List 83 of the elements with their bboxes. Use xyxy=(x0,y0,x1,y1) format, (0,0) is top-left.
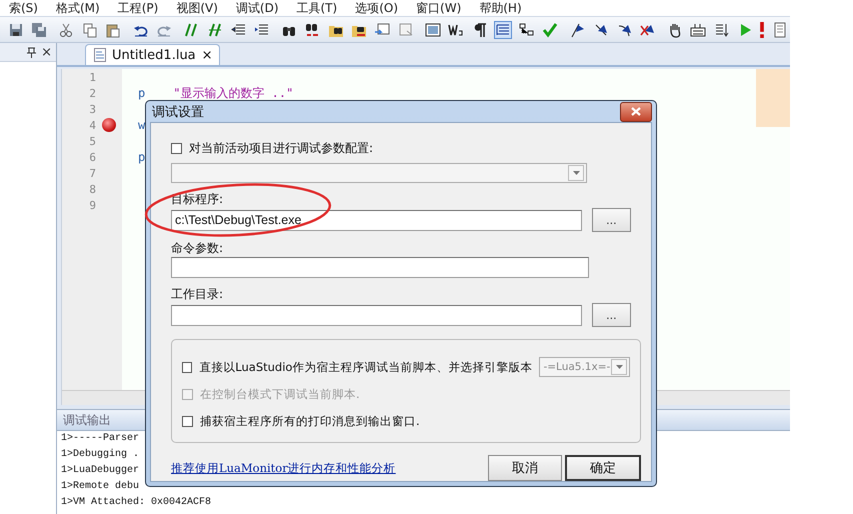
line-number: 8 xyxy=(88,182,96,196)
menu-item[interactable]: 选项(O) xyxy=(346,1,408,15)
field-label: 工作目录: xyxy=(171,287,224,301)
comment-icon xyxy=(183,22,200,38)
output-line: 1>Remote debu xyxy=(61,481,140,494)
find-replace-icon xyxy=(304,22,320,38)
paragraph-icon xyxy=(472,22,488,38)
checkbox-label: 在控制台模式下调试当前脚本. xyxy=(200,386,360,402)
check-icon xyxy=(542,22,558,38)
window-icon xyxy=(398,22,414,38)
checkbox[interactable] xyxy=(182,416,193,426)
breakpoint-icon[interactable] xyxy=(102,118,116,132)
output-line: 1>-----Parser xyxy=(61,433,140,446)
close-button[interactable]: × xyxy=(41,44,52,60)
window-arrow-icon xyxy=(374,22,390,38)
code-text: p xyxy=(138,150,146,164)
close-icon xyxy=(631,107,641,116)
keyboard-icon xyxy=(690,22,706,38)
toolbar-button[interactable] xyxy=(494,20,512,38)
input-field[interactable] xyxy=(171,304,582,326)
copy-icon xyxy=(82,22,98,38)
code-string: "显示输入的数字 .." xyxy=(173,84,294,102)
checkbox[interactable] xyxy=(182,362,192,372)
menu-item[interactable]: 工具(T) xyxy=(288,1,346,15)
checkbox[interactable] xyxy=(171,142,182,154)
output-line: 1>LuaDebugger xyxy=(61,465,140,478)
sort-icon xyxy=(714,22,730,38)
save-all-icon xyxy=(31,22,48,38)
tab-close-button[interactable]: × xyxy=(202,48,213,62)
code-text: w xyxy=(138,118,146,132)
file-icon xyxy=(94,48,106,62)
checkbox-label: 捕获宿主程序所有的打印消息到输出窗口. xyxy=(200,414,420,428)
indent-icon xyxy=(253,22,270,38)
line-number: 2 xyxy=(88,86,96,100)
line-number: 3 xyxy=(88,102,96,116)
dialog-button[interactable]: 取消 xyxy=(488,455,562,481)
outdent-icon xyxy=(230,22,246,38)
close-button[interactable] xyxy=(620,102,652,122)
tab-title: Untitled1.lua xyxy=(112,48,196,62)
uncomment-icon xyxy=(206,22,223,38)
line-number: 4 xyxy=(88,118,96,132)
browse-button[interactable]: ... xyxy=(592,208,631,232)
checkbox-label: 对当前活动项目进行调试参数配置: xyxy=(189,140,374,156)
menu-item[interactable]: 工程(P) xyxy=(108,1,168,15)
line-number: 1 xyxy=(88,70,96,84)
menu-item[interactable]: 调试(D) xyxy=(226,1,288,15)
line-number: 7 xyxy=(88,166,96,180)
minimap-drawing xyxy=(756,69,790,127)
list-icon xyxy=(495,22,512,38)
field-label: 命令参数: xyxy=(171,241,224,255)
dropdown-arrow-icon xyxy=(616,365,622,369)
frame-icon xyxy=(425,22,442,38)
code-text: p xyxy=(138,86,146,100)
paste-icon xyxy=(105,22,122,38)
browse-button[interactable]: ... xyxy=(592,303,631,327)
menu-item[interactable]: 帮助(H) xyxy=(470,1,531,15)
toolbar-button[interactable] xyxy=(518,20,536,38)
page-icon xyxy=(772,22,788,38)
save-icon xyxy=(8,22,24,38)
dropdown-arrow-icon xyxy=(572,171,580,175)
menu-item[interactable]: 索(S) xyxy=(0,1,47,15)
toolbar-button[interactable] xyxy=(424,20,442,38)
line-number: 6 xyxy=(88,150,96,164)
pin-icon[interactable] xyxy=(27,46,36,58)
pin-arrow-icon xyxy=(592,22,609,38)
input-field[interactable]: c:\Test\Debug\Test.exe xyxy=(171,210,582,230)
output-line: 1>Debugging . xyxy=(61,449,140,462)
flag-icon xyxy=(569,22,586,38)
menu-item[interactable]: 视图(V) xyxy=(167,1,227,15)
checkbox-label: 直接以LuaStudio作为宿主程序调试当前脚本、并选择引擎版本 xyxy=(199,360,532,374)
input-field[interactable] xyxy=(171,257,589,278)
menu-item[interactable]: 窗口(W) xyxy=(407,1,470,15)
cut-icon xyxy=(58,22,74,38)
tree-icon xyxy=(518,22,535,38)
line-number: 5 xyxy=(88,134,96,148)
editor-tab[interactable]: Untitled1.lua × xyxy=(85,44,220,65)
line-number: 9 xyxy=(88,198,96,212)
monitor-link[interactable]: 推荐使用LuaMonitor进行内存和性能分析 xyxy=(171,460,396,476)
output-line: 1>VM Attached: 0x0042ACF8 xyxy=(61,497,212,510)
menu-item[interactable]: 格式(M) xyxy=(46,1,109,15)
dialog-title: 调试设置 xyxy=(152,104,204,120)
exclamation-icon xyxy=(760,22,764,38)
dialog-button[interactable]: 确定 xyxy=(565,455,641,481)
